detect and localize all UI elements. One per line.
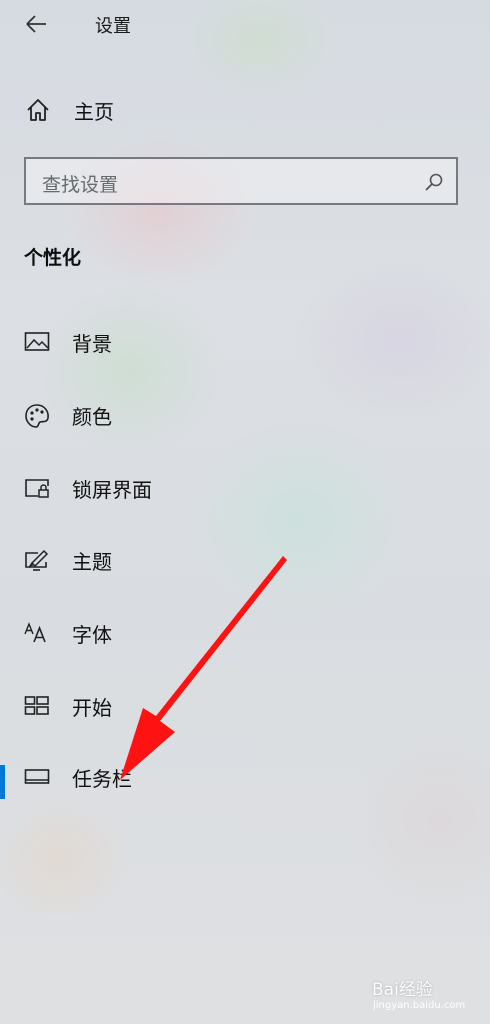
baidu-watermark: Bai经验 [372,980,433,1000]
annotation-arrow-icon [120,556,287,780]
watermark-url: jingyan.baidu.com [373,1000,466,1011]
